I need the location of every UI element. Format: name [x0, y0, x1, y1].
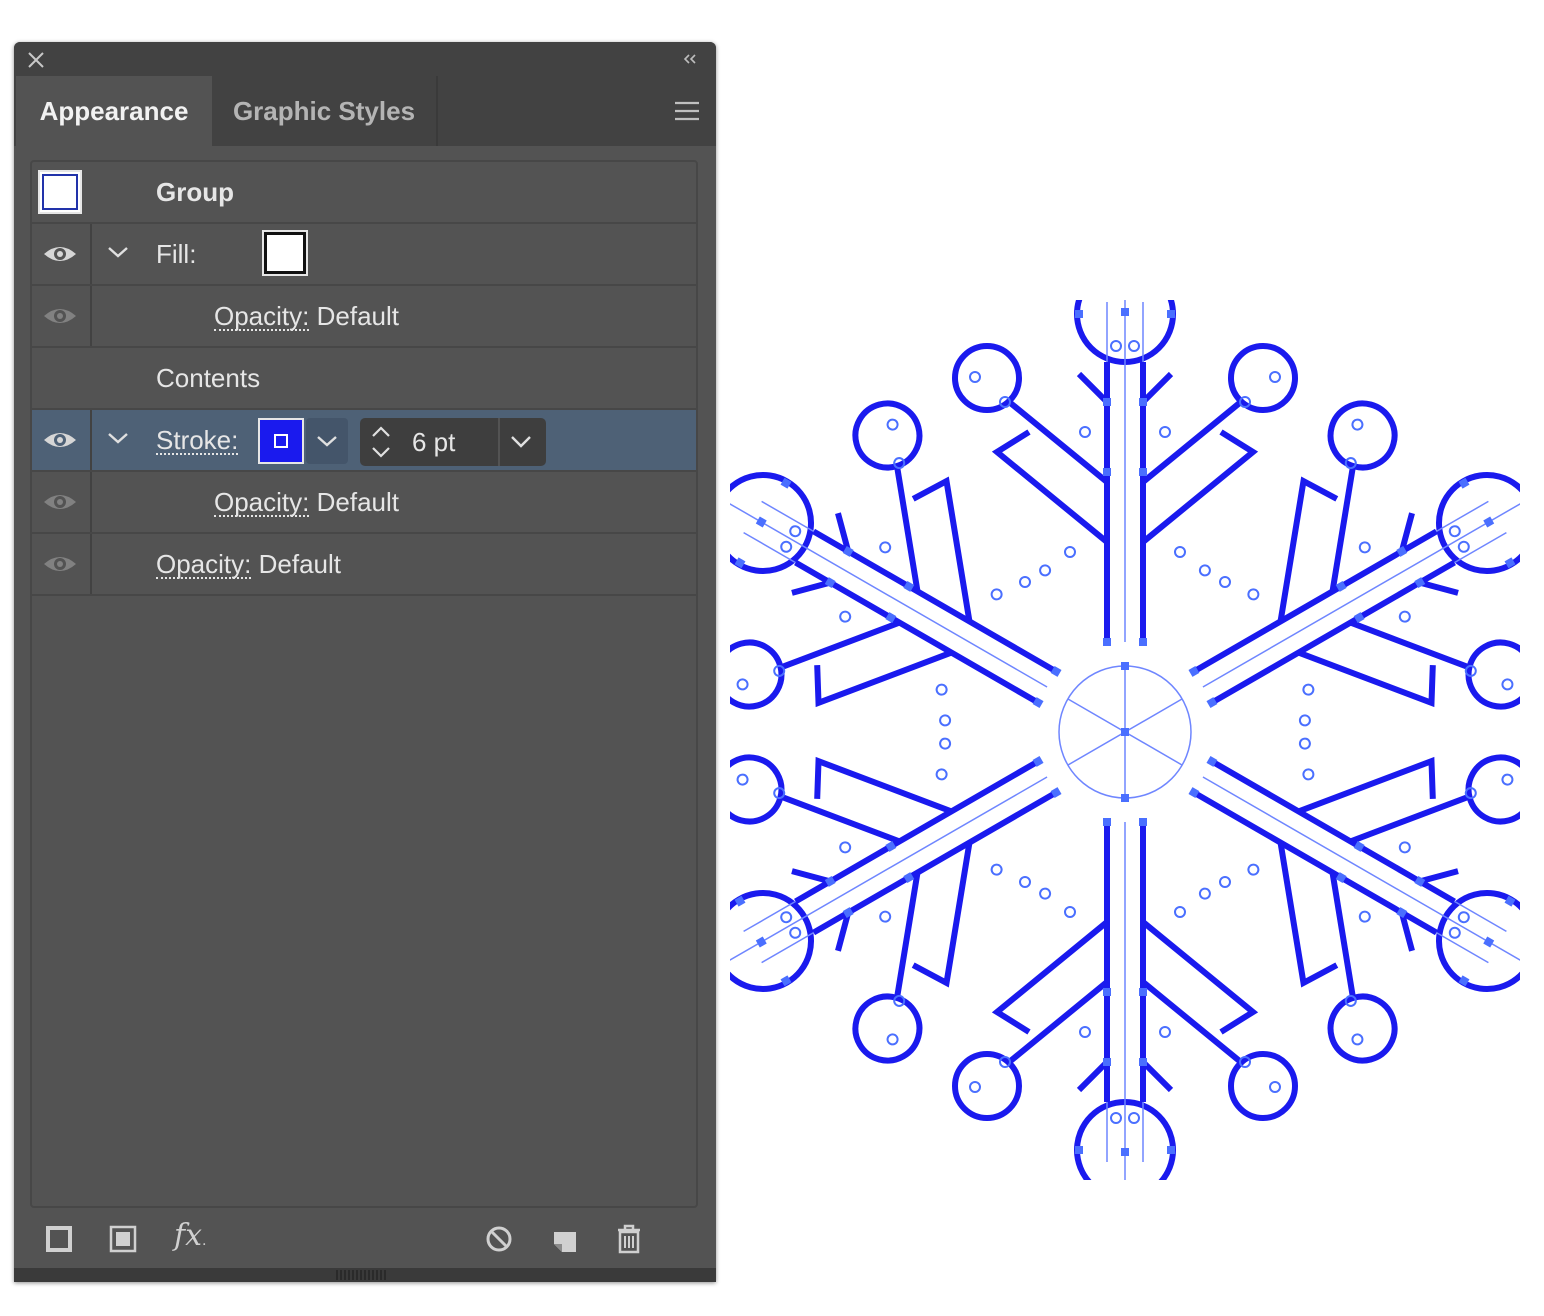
stroke-opacity-row[interactable]: Opacity: Default	[32, 472, 696, 534]
tab-graphic-styles[interactable]: Graphic Styles	[212, 76, 438, 146]
fill-row[interactable]: Fill:	[32, 224, 696, 286]
fx-label: fx	[174, 1218, 203, 1253]
group-row[interactable]: Group	[32, 162, 696, 224]
fill-swatch[interactable]	[262, 230, 308, 276]
chevron-down-icon[interactable]	[106, 430, 130, 446]
appearance-list: Group Fill: Opacity: Default Contents St…	[30, 160, 698, 1208]
duplicate-item-icon[interactable]	[548, 1222, 582, 1256]
snowflake-artwork[interactable]	[730, 300, 1520, 1180]
appearance-panel: Appearance Graphic Styles Group Fill: Op…	[14, 42, 716, 1282]
stroke-weight-field[interactable]: 6 pt	[360, 418, 546, 466]
group-opacity-row[interactable]: Opacity: Default	[32, 534, 696, 596]
stroke-swatch[interactable]	[258, 418, 304, 464]
snowflake-group	[730, 300, 1520, 1180]
contents-label: Contents	[156, 363, 261, 393]
add-new-effect-icon[interactable]: fx.	[174, 1218, 206, 1253]
panel-bottom-toolbar: fx.	[14, 1212, 716, 1268]
grip-lines	[336, 1270, 386, 1280]
group-opacity-visibility-cell	[32, 534, 92, 594]
eye-icon[interactable]	[42, 552, 78, 576]
delete-item-icon[interactable]	[612, 1222, 646, 1256]
fill-opacity-row[interactable]: Opacity: Default	[32, 286, 696, 348]
eye-icon[interactable]	[42, 304, 78, 328]
group-label: Group	[156, 177, 234, 207]
opacity-link[interactable]: Opacity:	[156, 551, 252, 579]
add-new-fill-icon[interactable]	[106, 1222, 140, 1256]
clear-appearance-icon[interactable]	[482, 1222, 516, 1256]
panel-tabbar: Appearance Graphic Styles	[14, 76, 716, 146]
fill-opacity-visibility-cell	[32, 286, 92, 346]
panel-titlebar	[14, 42, 716, 76]
stroke-color-dropdown[interactable]	[306, 418, 348, 464]
field-divider	[498, 418, 500, 466]
stroke-row[interactable]: Stroke: 6 pt	[32, 410, 696, 472]
close-icon[interactable]	[26, 50, 46, 70]
collapse-panel-icon[interactable]	[680, 50, 700, 68]
opacity-link[interactable]: Opacity:	[214, 489, 310, 517]
resize-grip[interactable]	[14, 1268, 716, 1282]
stroke-opacity-visibility-cell	[32, 472, 92, 532]
eye-icon[interactable]	[42, 428, 78, 452]
fill-label: Fill:	[156, 239, 197, 269]
fill-visibility-cell	[32, 224, 92, 284]
group-thumbnail	[38, 170, 82, 214]
tab-appearance[interactable]: Appearance	[16, 76, 212, 146]
fill-opacity-text: Opacity: Default	[214, 286, 399, 346]
stroke-link[interactable]: Stroke:	[156, 427, 239, 455]
panel-menu-icon[interactable]	[674, 100, 700, 122]
chevron-down-icon[interactable]	[508, 432, 534, 452]
chevron-down-icon	[317, 436, 337, 447]
chevron-down-icon[interactable]	[106, 244, 130, 260]
group-opacity-text: Opacity: Default	[156, 534, 341, 594]
stroke-label-wrap: Stroke:	[156, 410, 239, 470]
stroke-opacity-text: Opacity: Default	[214, 472, 399, 532]
add-new-stroke-icon[interactable]	[42, 1222, 76, 1256]
opacity-value: Default	[258, 549, 341, 579]
stepper-icon[interactable]	[366, 422, 396, 462]
eye-icon[interactable]	[42, 242, 78, 266]
opacity-link[interactable]: Opacity:	[214, 303, 310, 331]
opacity-value: Default	[316, 487, 399, 517]
stroke-visibility-cell	[32, 410, 92, 470]
eye-icon[interactable]	[42, 490, 78, 514]
stroke-weight-value[interactable]: 6 pt	[412, 418, 455, 466]
contents-row[interactable]: Contents	[32, 348, 696, 410]
opacity-value: Default	[316, 301, 399, 331]
